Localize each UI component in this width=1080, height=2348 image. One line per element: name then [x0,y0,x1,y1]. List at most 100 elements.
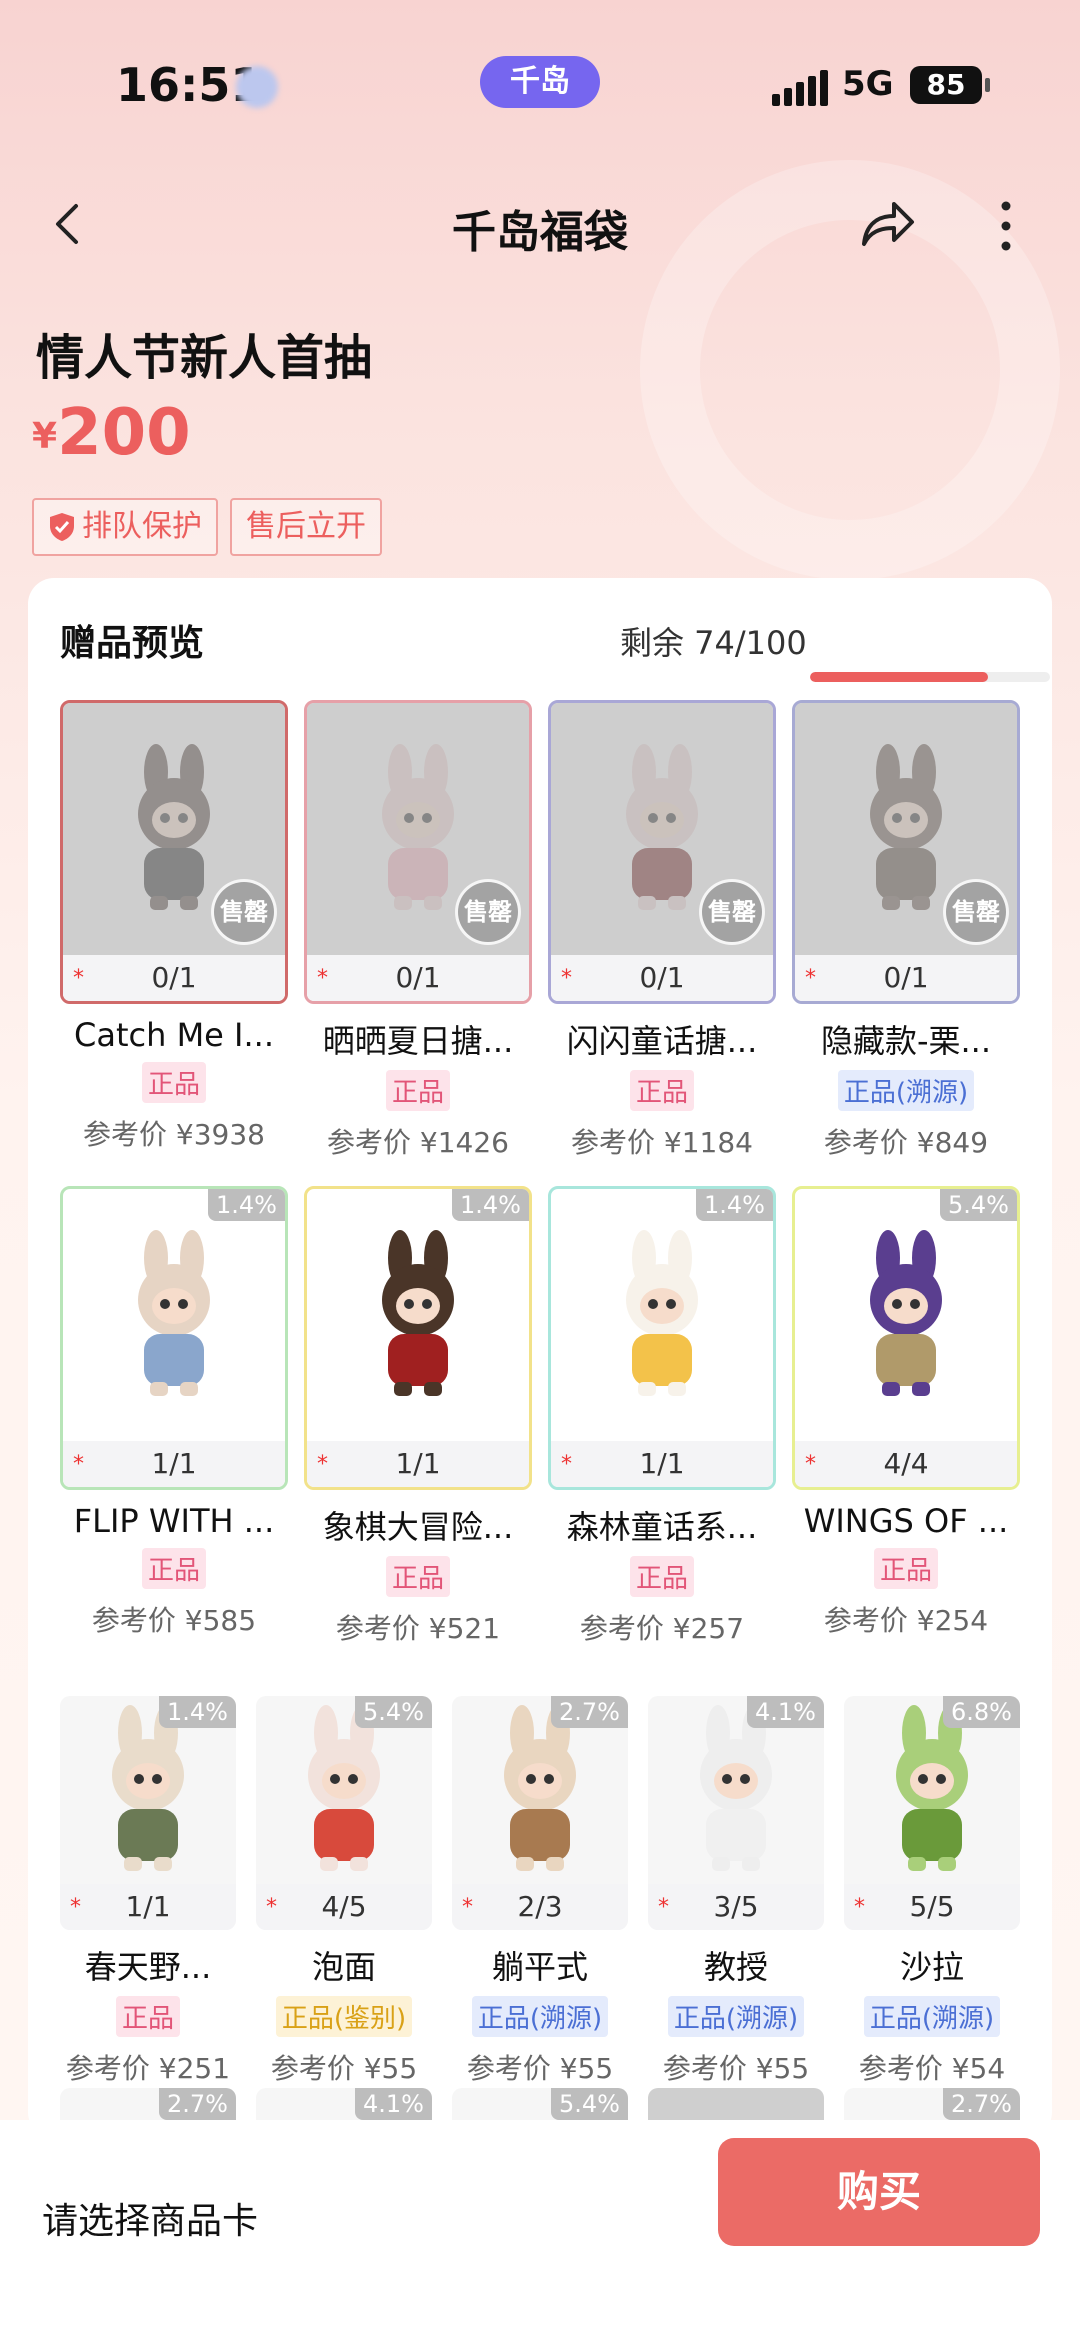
reference-price: 参考价 ¥521 [335,1612,501,1645]
choose-card-prompt[interactable]: 请选择商品卡 [42,2192,258,2244]
reference-price: 参考价 ¥251 [65,2052,231,2085]
gift-probability: 2.7% [159,2088,236,2120]
gift-stock-count: 0/1 [307,955,529,1001]
gift-item[interactable]: 5/5 * 6.8% 沙拉 正品(溯源) 参考价 ¥54 [844,1696,1020,2087]
sold-out-badge: 售罄 [211,879,277,945]
gift-item[interactable]: 0/1 * 售罄 闪闪童话搪... 正品 参考价 ¥1184 [548,700,776,1161]
required-star-icon: * [854,1895,865,1920]
toy-figure-icon [896,1705,968,1871]
reference-price: 参考价 ¥585 [91,1604,257,1637]
required-star-icon: * [317,1452,328,1477]
gift-name: 春天野... [84,1948,212,1986]
required-star-icon: * [805,966,816,991]
gift-image [795,1189,1017,1441]
authenticity-badge: 正品 [385,1556,450,1597]
reference-price: 参考价 ¥1184 [571,1126,753,1159]
gift-probability: 5.4% [940,1189,1017,1221]
toy-figure-icon [308,1705,380,1871]
gift-image [551,1189,773,1441]
gift-image [307,1189,529,1441]
remaining-progress-bar [810,672,1050,682]
authenticity-badge: 正品 [385,1070,450,1111]
gift-stock-count: 1/1 [307,1441,529,1487]
authenticity-badge: 正品(溯源) [667,1996,805,2037]
gift-thumbnail: 1/1 * 1.4% [304,1186,532,1490]
gift-item[interactable]: 3/5 * 4.1% 教授 正品(溯源) 参考价 ¥55 [648,1696,824,2087]
gift-item[interactable]: 1/1 * 1.4% FLIP WITH ... 正品 参考价 ¥585 [60,1186,288,1647]
buy-button[interactable]: 购买 [718,2138,1040,2246]
required-star-icon: * [73,966,84,991]
toy-figure-icon [112,1705,184,1871]
gift-stock-count: 5/5 [844,1884,1020,1930]
gift-item[interactable]: 1/1 * 1.4% 春天野... 正品 参考价 ¥251 [60,1696,236,2087]
gift-thumbnail: 1/1 * 1.4% [60,1186,288,1490]
authenticity-badge: 正品 [115,1996,180,2037]
gift-probability: 1.4% [452,1189,529,1221]
toy-figure-icon [626,744,698,910]
gift-probability: 4.1% [355,2088,432,2120]
gift-probability: 1.4% [159,1696,236,1728]
gift-stock-count: 0/1 [551,955,773,1001]
gift-name: 隐藏款-栗... [820,1022,992,1060]
gift-stock-count: 2/3 [452,1884,628,1930]
reference-price: 参考价 ¥254 [823,1604,989,1637]
gift-name: Catch Me I... [74,1016,274,1054]
authenticity-badge: 正品 [873,1548,938,1589]
gift-item[interactable]: 2/3 * 2.7% 躺平式 正品(溯源) 参考价 ¥55 [452,1696,628,2087]
gift-row-1: 0/1 * 售罄 Catch Me I... 正品 参考价 ¥3938 0/1 * 售罄 晒晒夏日… [60,700,1020,1161]
gift-stock-count: 3/5 [648,1884,824,1930]
tag-label: 售后立开 [246,509,366,544]
gift-item[interactable]: 0/1 * 售罄 Catch Me I... 正品 参考价 ¥3938 [60,700,288,1161]
gift-thumbnail: 1/1 * 1.4% [548,1186,776,1490]
required-star-icon: * [561,966,572,991]
gift-stock-count: 1/1 [63,1441,285,1487]
more-icon[interactable] [988,198,1024,254]
gift-item[interactable]: 4/4 * 5.4% WINGS OF ... 正品 参考价 ¥254 [792,1186,1020,1647]
gift-name: 泡面 [311,1948,376,1986]
toy-figure-icon [504,1705,576,1871]
required-star-icon: * [266,1895,277,1920]
authenticity-badge: 正品(溯源) [837,1070,975,1111]
gift-row-2: 1/1 * 1.4% FLIP WITH ... 正品 参考价 ¥585 1/1 * 1.4% 象… [60,1186,1020,1647]
app-pill[interactable]: 千岛 [480,56,600,108]
reference-price: 参考价 ¥55 [270,2052,418,2085]
share-icon[interactable] [858,198,916,250]
gift-probability: 2.7% [551,1696,628,1728]
gift-name: 教授 [703,1948,768,1986]
authenticity-badge: 正品(溯源) [471,1996,609,2037]
queue-protection-tag[interactable]: 排队保护 [32,498,218,556]
after-sale-tag[interactable]: 售后立开 [230,498,382,556]
card-header: 赠品预览 剩余 74/100 [60,614,1050,682]
reference-price: 参考价 ¥55 [466,2052,614,2085]
gift-item[interactable]: 1/1 * 1.4% 象棋大冒险... 正品 参考价 ¥521 [304,1186,532,1647]
authenticity-badge: 正品(溯源) [863,1996,1001,2037]
toy-figure-icon [138,744,210,910]
gift-probability: 1.4% [696,1189,773,1221]
gift-stock-count: 1/1 [60,1884,236,1930]
gift-item[interactable]: 0/1 * 售罄 晒晒夏日搪... 正品 参考价 ¥1426 [304,700,532,1161]
gift-stock-count: 1/1 [551,1441,773,1487]
tag-label: 排队保护 [82,509,202,544]
authenticity-badge: 正品 [629,1556,694,1597]
gift-probability: 2.7% [943,2088,1020,2120]
required-star-icon: * [462,1895,473,1920]
battery-icon: 85 [910,66,990,104]
gift-item[interactable]: 1/1 * 1.4% 森林童话系... 正品 参考价 ¥257 [548,1186,776,1647]
gift-item[interactable]: 0/1 * 售罄隐藏款-栗... 正品(溯源) 参考价 ¥849 [792,700,1020,1161]
required-star-icon: * [658,1895,669,1920]
reference-price: 参考价 ¥54 [858,2052,1006,2085]
gift-probability: 6.8% [943,1696,1020,1728]
toy-figure-icon [870,744,942,910]
gift-probability: 4.1% [747,1696,824,1728]
required-star-icon: * [561,1452,572,1477]
gift-name: FLIP WITH ... [73,1502,275,1540]
gift-thumbnail: 4/4 * 5.4% [792,1186,1020,1490]
gift-thumbnail: 0/1 * 售罄 [792,700,1020,1004]
toy-figure-icon [700,1705,772,1871]
gift-thumbnail: 3/5 * 4.1% [648,1696,824,1930]
preview-title: 赠品预览 [60,623,205,664]
gift-name: 森林童话系... [566,1508,758,1546]
nav-bar: 千岛福袋 [0,180,1080,270]
gift-item[interactable]: 4/5 * 5.4% 泡面 正品(鉴别) 参考价 ¥55 [256,1696,432,2087]
reference-price: 参考价 ¥849 [823,1126,989,1159]
